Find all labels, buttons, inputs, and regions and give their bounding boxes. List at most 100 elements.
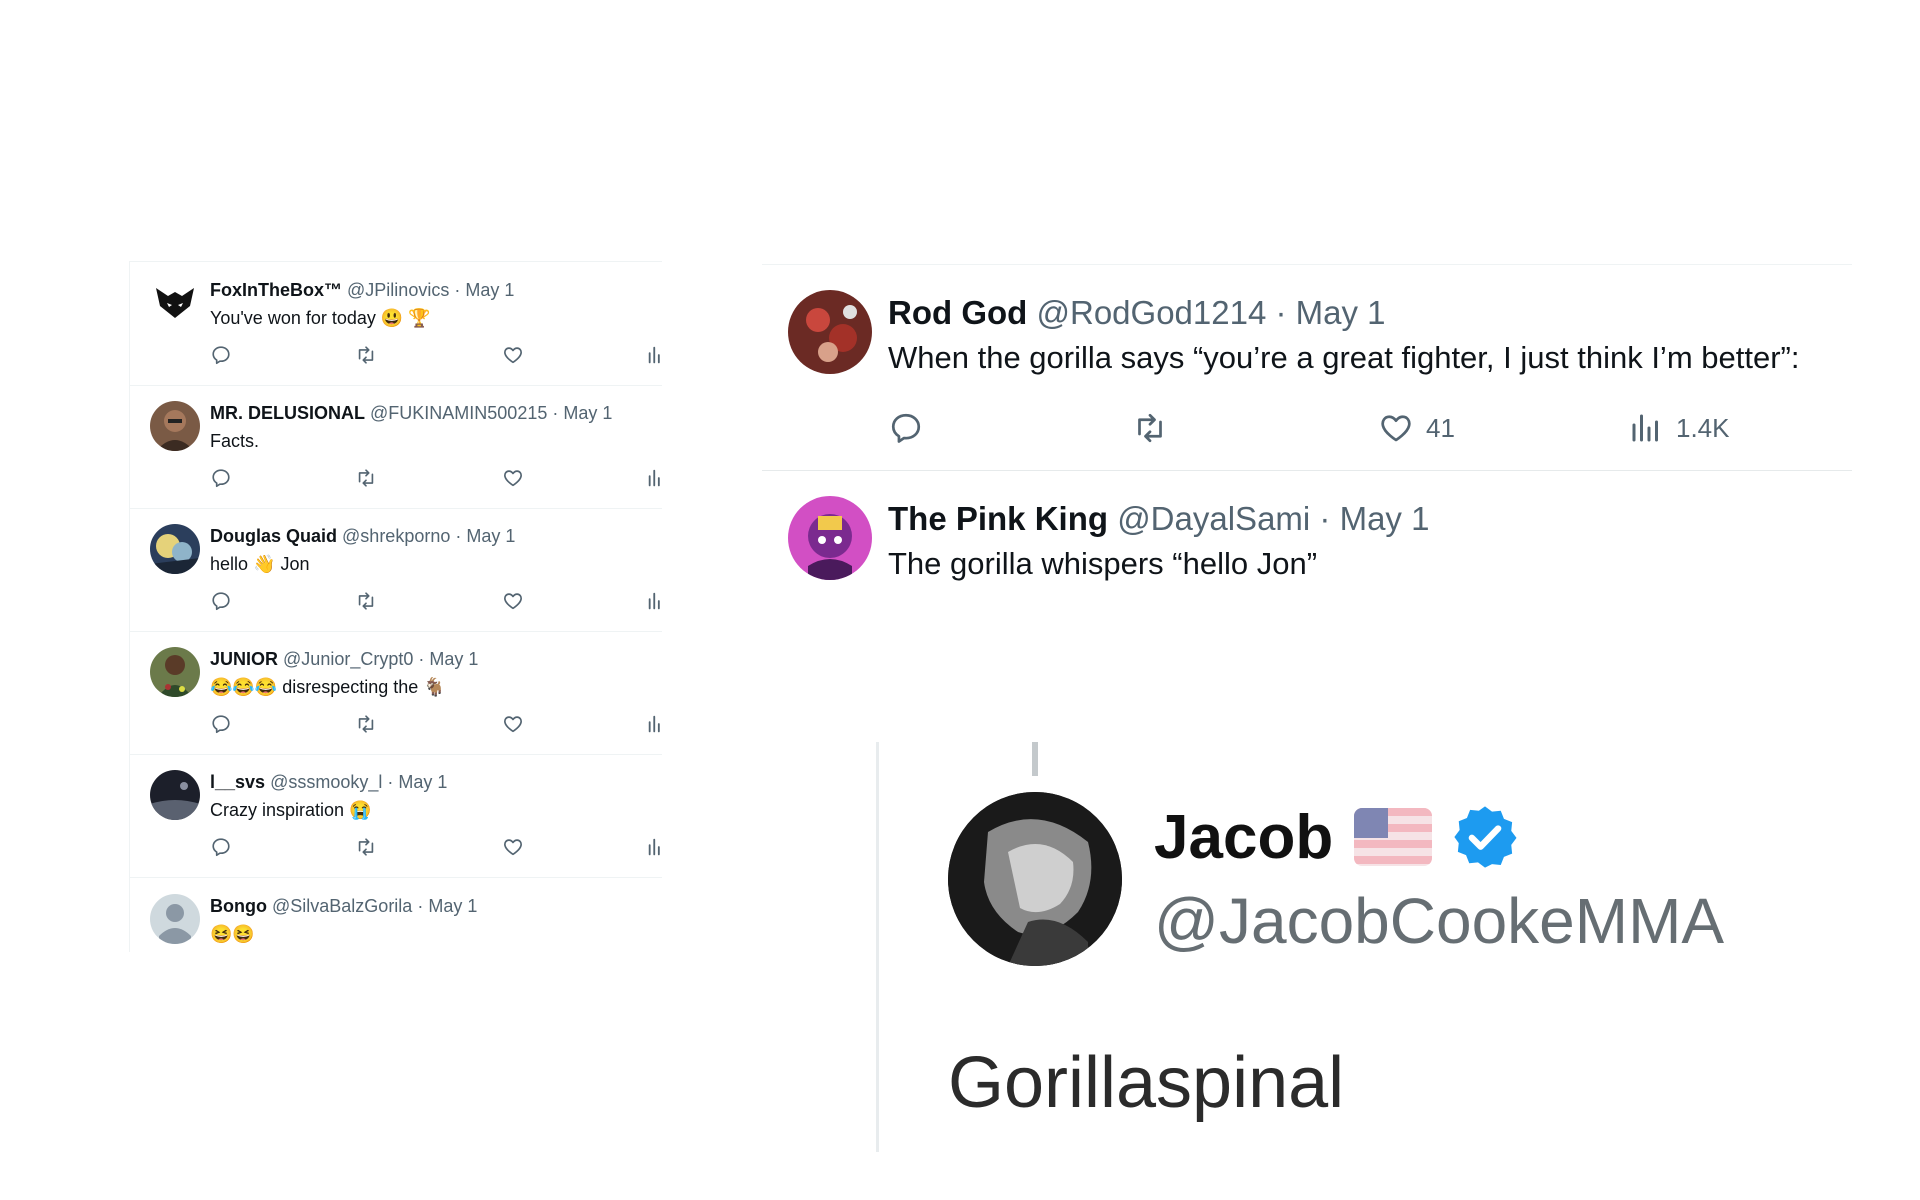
action-bar: 41 1.4K	[888, 408, 1788, 448]
action-bar	[210, 590, 662, 614]
avatar[interactable]	[150, 894, 200, 944]
post-date[interactable]: May 1	[1340, 500, 1430, 537]
display-name[interactable]: MR. DELUSIONAL	[210, 403, 365, 423]
avatar[interactable]	[788, 496, 872, 580]
views-icon[interactable]	[646, 713, 662, 737]
views-icon[interactable]	[646, 344, 662, 368]
like-icon[interactable]	[502, 590, 526, 614]
like-icon[interactable]	[502, 836, 526, 860]
action-bar	[210, 467, 662, 491]
avatar[interactable]	[788, 290, 872, 374]
display-name[interactable]: FoxInTheBox™	[210, 280, 342, 300]
avatar[interactable]	[150, 524, 200, 574]
user-handle[interactable]: @JacobCookeMMA	[1154, 884, 1724, 958]
quoted-tweet[interactable]: Jacob @JacobCookeMMA Gorillaspinal	[876, 742, 1776, 1152]
thread-connector	[1032, 742, 1038, 776]
replies-panel: FoxInTheBox™ @JPilinovics · May 1 You've…	[129, 261, 662, 952]
user-handle[interactable]: @SilvaBalzGorila	[272, 896, 412, 916]
retweet-icon[interactable]	[355, 467, 379, 491]
avatar[interactable]	[948, 792, 1122, 966]
like-icon[interactable]	[502, 467, 526, 491]
reply-header: MR. DELUSIONAL @FUKINAMIN500215 · May 1	[210, 403, 612, 424]
user-handle[interactable]: @JPilinovics	[347, 280, 449, 300]
like-icon[interactable]	[502, 713, 526, 737]
display-name[interactable]: Bongo	[210, 896, 267, 916]
separator-dot: ·	[454, 280, 461, 300]
reply-icon[interactable]	[210, 713, 234, 737]
reply-text: 😂😂😂 disrespecting the 🐐	[210, 677, 446, 697]
retweet-icon[interactable]	[355, 713, 379, 737]
like-count: 41	[1426, 412, 1455, 443]
avatar[interactable]	[150, 278, 200, 328]
retweet-icon[interactable]	[355, 590, 379, 614]
like-button[interactable]: 41	[1378, 408, 1455, 448]
post-date[interactable]: May 1	[428, 896, 477, 916]
views-icon[interactable]	[646, 467, 662, 491]
views-icon[interactable]	[646, 836, 662, 860]
display-name[interactable]: JUNIOR	[210, 649, 278, 669]
reply-icon[interactable]	[210, 836, 234, 860]
retweet-icon	[1132, 410, 1168, 446]
reply-icon	[888, 410, 924, 446]
views-button[interactable]: 1.4K	[1628, 408, 1730, 448]
user-handle[interactable]: @FUKINAMIN500215	[370, 403, 547, 423]
reply-text: hello 👋 Jon	[210, 554, 310, 574]
post-date[interactable]: May 1	[398, 772, 447, 792]
reply-text: Crazy inspiration 😭	[210, 800, 372, 820]
display-name[interactable]: Douglas Quaid	[210, 526, 337, 546]
tweet[interactable]: Rod God @RodGod1214 · May 1 When the gor…	[762, 264, 1852, 470]
post-date[interactable]: May 1	[1296, 294, 1386, 331]
action-bar	[210, 344, 662, 368]
tweet-text: The gorilla whispers “hello Jon”	[888, 546, 1318, 581]
retweet-icon[interactable]	[355, 836, 379, 860]
reply-item[interactable]: Bongo @SilvaBalzGorila · May 1 😆😆	[130, 878, 662, 952]
reply-text: 😆😆	[210, 924, 255, 944]
user-handle[interactable]: @DayalSami	[1117, 500, 1310, 537]
reply-icon[interactable]	[210, 590, 234, 614]
post-date[interactable]: May 1	[466, 526, 515, 546]
display-name[interactable]: Rod God	[888, 294, 1027, 331]
separator-dot: ·	[387, 772, 394, 792]
reply-item[interactable]: l__svs @sssmooky_l · May 1 Crazy inspira…	[130, 754, 662, 878]
reply-header: l__svs @sssmooky_l · May 1	[210, 772, 447, 793]
user-handle[interactable]: @Junior_Crypt0	[283, 649, 413, 669]
post-date[interactable]: May 1	[465, 280, 514, 300]
display-name[interactable]: Jacob	[1154, 802, 1333, 873]
display-name[interactable]: The Pink King	[888, 500, 1108, 537]
verified-badge-icon	[1450, 802, 1520, 872]
avatar[interactable]	[150, 770, 200, 820]
thread-line	[876, 742, 879, 1152]
separator-dot: ·	[455, 526, 462, 546]
reply-icon[interactable]	[210, 467, 234, 491]
user-handle[interactable]: @sssmooky_l	[270, 772, 382, 792]
reply-item[interactable]: JUNIOR @Junior_Crypt0 · May 1 😂😂😂 disres…	[130, 631, 662, 755]
like-icon	[1378, 410, 1414, 446]
tweet-header: The Pink King @DayalSami · May 1	[888, 500, 1429, 538]
retweet-button[interactable]	[1132, 408, 1168, 448]
action-bar	[210, 836, 662, 860]
avatar[interactable]	[150, 647, 200, 697]
action-bar	[210, 713, 662, 737]
tweet-text: Gorillaspinal	[948, 1043, 1345, 1123]
avatar[interactable]	[150, 401, 200, 451]
reply-header: Douglas Quaid @shrekporno · May 1	[210, 526, 515, 547]
retweet-icon[interactable]	[355, 344, 379, 368]
user-handle[interactable]: @RodGod1214	[1036, 294, 1266, 331]
separator-dot: ·	[417, 896, 424, 916]
reply-header: Bongo @SilvaBalzGorila · May 1	[210, 896, 477, 917]
reply-item[interactable]: Douglas Quaid @shrekporno · May 1 hello …	[130, 508, 662, 632]
views-icon[interactable]	[646, 590, 662, 614]
reply-item[interactable]: MR. DELUSIONAL @FUKINAMIN500215 · May 1 …	[130, 385, 662, 509]
post-date[interactable]: May 1	[563, 403, 612, 423]
separator-dot: ·	[552, 403, 559, 423]
reply-text: Facts.	[210, 431, 260, 451]
reply-icon[interactable]	[210, 344, 234, 368]
like-icon[interactable]	[502, 344, 526, 368]
display-name[interactable]: l__svs	[210, 772, 265, 792]
reply-item[interactable]: FoxInTheBox™ @JPilinovics · May 1 You've…	[130, 262, 662, 386]
reply-text: You've won for today 😃 🏆	[210, 308, 431, 328]
user-handle[interactable]: @shrekporno	[342, 526, 450, 546]
post-date[interactable]: May 1	[429, 649, 478, 669]
reply-button[interactable]	[888, 408, 924, 448]
tweet[interactable]: The Pink King @DayalSami · May 1 The gor…	[762, 471, 1852, 591]
